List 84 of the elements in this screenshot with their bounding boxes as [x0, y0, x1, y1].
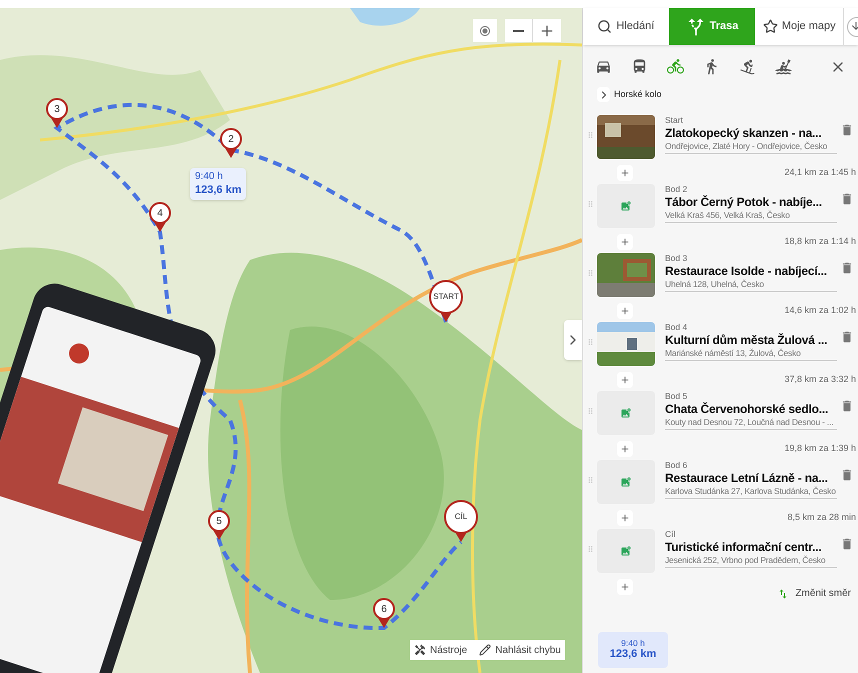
- plus-icon: [620, 374, 630, 384]
- add-waypoint-button[interactable]: [617, 510, 633, 526]
- waypoint-label: Bod 4: [665, 322, 688, 333]
- drag-handle-icon[interactable]: [586, 336, 595, 348]
- swap-icon: [777, 588, 790, 600]
- waypoint-address: Uhelná 128, Uhelná, Česko: [665, 278, 765, 290]
- waypoint-address: Kouty nad Desnou 72, Loučná nad Desnou - ...: [665, 416, 834, 428]
- waypoint-label: Start: [665, 115, 684, 126]
- add-photo-icon: [620, 476, 632, 488]
- delete-icon[interactable]: [840, 330, 854, 344]
- plus-icon: [620, 168, 630, 178]
- total-time: 9:40 h: [621, 638, 645, 648]
- tools-icon: [414, 644, 426, 656]
- add-waypoint-button[interactable]: [617, 234, 633, 250]
- bus-icon[interactable]: [631, 58, 648, 75]
- waypoint-name[interactable]: Chata Červenohorské sedlo...: [665, 402, 837, 417]
- add-waypoint-button[interactable]: [617, 302, 633, 318]
- route-distance: 123,6 km: [195, 184, 242, 198]
- delete-icon[interactable]: [840, 399, 854, 413]
- plus-icon: [620, 444, 630, 454]
- waypoint-label: Bod 2: [665, 184, 688, 195]
- delete-icon[interactable]: [840, 537, 854, 551]
- waypoint-address: Ondřejovice, Zlaté Hory - Ondřejovice, Česko: [665, 140, 828, 152]
- plus-icon: [620, 306, 630, 316]
- route-time: 9:40 h: [195, 171, 224, 184]
- bike-profile-label: Horské kolo: [614, 88, 662, 101]
- kayak-icon[interactable]: [775, 58, 792, 75]
- add-photo-icon: [620, 407, 632, 419]
- location-icon: [479, 24, 491, 36]
- drag-handle-icon[interactable]: [586, 198, 595, 210]
- drag-handle-icon[interactable]: [586, 405, 595, 417]
- star-icon: [762, 19, 778, 34]
- waypoint-address: Jesenická 252, Vrbno pod Pradědem, Česko: [665, 554, 826, 566]
- waypoint-name[interactable]: Tábor Černý Potok - nabíje...: [665, 194, 837, 210]
- search-icon: [597, 19, 612, 34]
- delete-icon[interactable]: [840, 261, 854, 275]
- tab[interactable]: Hledání: [583, 8, 669, 45]
- delete-icon[interactable]: [840, 468, 854, 482]
- leg-distance: 24,1 km za 1:45 h: [784, 166, 856, 179]
- add-waypoint-button[interactable]: [617, 164, 633, 180]
- tools-button[interactable]: Nástroje: [414, 642, 468, 658]
- waypoint-name[interactable]: Restaurace Letní Lázně - na...: [665, 470, 837, 486]
- waypoint-address: Velká Kraš 456, Velká Kraš, Česko: [665, 210, 791, 220]
- waypoint-name[interactable]: Turistické informační centr...: [665, 540, 837, 555]
- my-location-button[interactable]: [473, 19, 497, 42]
- leg-distance: 19,8 km za 1:39 h: [784, 442, 856, 455]
- leg-distance: 8,5 km za 28 min: [787, 510, 856, 524]
- reverse-direction-button[interactable]: Změnit směr: [777, 586, 851, 601]
- leg-distance: 18,8 km za 1:14 h: [784, 234, 856, 248]
- leg-distance: 37,8 km za 3:32 h: [784, 372, 856, 386]
- waypoint-name[interactable]: Restaurace Isolde - nabíjecí...: [665, 264, 837, 279]
- drag-handle-icon[interactable]: [586, 543, 595, 555]
- waypoint-label: Cíl: [665, 529, 676, 540]
- plus-icon: [620, 236, 630, 246]
- waypoint-label: Bod 5: [665, 391, 688, 402]
- waypoint-label: Bod 6: [665, 460, 688, 471]
- report-error-button[interactable]: Nahlásit chybu: [479, 642, 561, 658]
- skier-icon[interactable]: [739, 58, 756, 75]
- leg-distance: 14,6 km za 1:02 h: [784, 304, 856, 317]
- minus-icon: [513, 30, 524, 32]
- pencil-icon: [479, 644, 492, 656]
- delete-icon[interactable]: [840, 192, 854, 206]
- add-waypoint-button[interactable]: [617, 372, 633, 388]
- add-waypoint-button[interactable]: [617, 578, 633, 594]
- bicycle-icon[interactable]: [667, 58, 684, 75]
- expand-profile-button[interactable]: [597, 87, 610, 102]
- add-waypoint-button[interactable]: [617, 440, 633, 456]
- drag-handle-icon[interactable]: [586, 129, 595, 141]
- drag-handle-icon[interactable]: [586, 474, 595, 486]
- tab[interactable]: Moje mapy: [755, 8, 844, 45]
- waypoint-name[interactable]: Zlatokopecký skanzen - na...: [665, 126, 837, 141]
- waypoint-address: Mariánské náměstí 13, Žulová, Česko: [665, 348, 802, 358]
- total-distance: 123,6 km: [610, 648, 656, 662]
- drag-handle-icon[interactable]: [586, 267, 595, 279]
- add-photo-icon: [620, 545, 632, 557]
- route-icon: [686, 16, 706, 36]
- plus-icon: [539, 22, 555, 38]
- waypoint-address: Karlova Studánka 27, Karlova Studánka, Česko: [665, 486, 837, 496]
- plus-icon: [620, 512, 630, 522]
- delete-icon[interactable]: [840, 123, 854, 137]
- waypoint-label: Bod 3: [665, 253, 688, 264]
- add-photo-icon: [620, 200, 632, 212]
- waypoint-name[interactable]: Kulturní dům města Žulová ...: [665, 332, 837, 348]
- plus-icon: [620, 582, 630, 592]
